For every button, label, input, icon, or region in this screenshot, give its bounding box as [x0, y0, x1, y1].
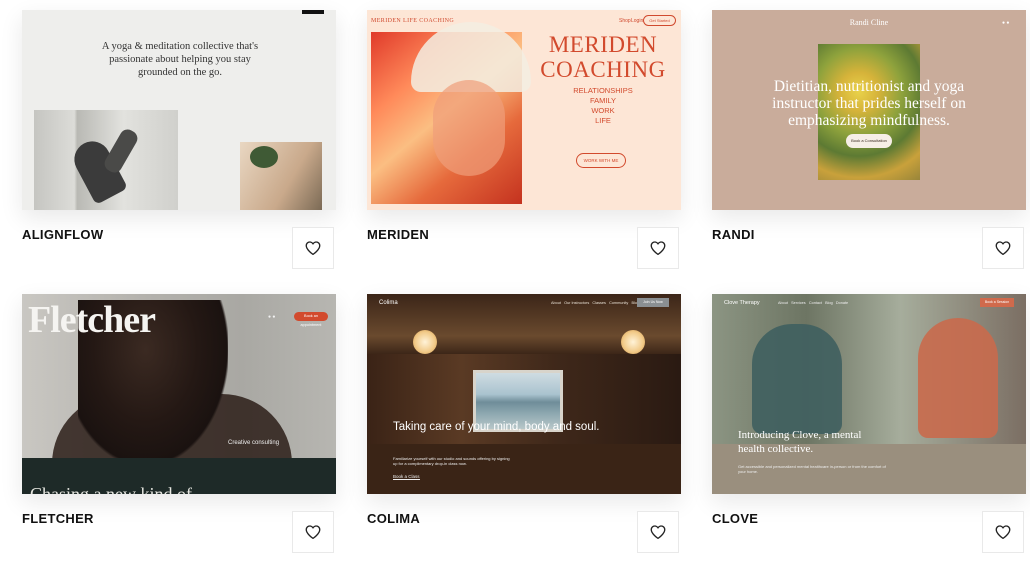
heart-icon	[650, 525, 666, 540]
preview-button: WORK WITH ME	[576, 153, 626, 168]
preview-topic: LIFE	[595, 116, 611, 125]
preview-body: Get accessible and personalized mental h…	[738, 464, 886, 474]
favorite-button[interactable]	[982, 511, 1024, 553]
portrait-photo	[371, 22, 531, 204]
preview-nav-button: Get Started	[643, 15, 676, 26]
preview-logo: Fletcher	[28, 299, 156, 341]
preview-nav-button: Book a Session	[980, 298, 1014, 307]
template-preview-meriden[interactable]: MERIDEN LIFE COACHING Shop Login Get Sta…	[367, 10, 681, 210]
template-name: MERIDEN	[367, 227, 430, 242]
preview-logo: Colima	[379, 300, 398, 306]
template-name: CLOVE	[712, 511, 759, 526]
preview-topic: FAMILY	[589, 96, 617, 105]
favorite-button[interactable]	[982, 227, 1024, 269]
template-name: ALIGNFLOW	[22, 227, 104, 242]
yoga-pose-photo	[34, 110, 178, 210]
preview-headline: Taking care of your mind, body and soul.	[393, 421, 600, 433]
preview-topic-list: RELATIONSHIPS FAMILY WORK LIFE	[557, 86, 649, 126]
lamp-icon	[621, 330, 645, 354]
preview-button: Book a Consultation	[846, 134, 892, 148]
favorite-button[interactable]	[637, 227, 679, 269]
preview-nav-dots: ● ●	[268, 314, 276, 320]
heart-icon	[305, 241, 321, 256]
preview-headline: Dietitian, nutritionist and yoga instruc…	[772, 78, 966, 129]
preview-logo: Randi Cline	[849, 18, 889, 27]
preview-nav-links: About Services Contact Blog Donate	[778, 301, 849, 305]
person-photo	[918, 318, 998, 438]
preview-link: Book a Class	[393, 474, 420, 480]
template-name: COLIMA	[367, 511, 421, 526]
lamp-icon	[413, 330, 437, 354]
plant-photo	[240, 142, 322, 210]
heart-icon	[650, 241, 666, 256]
preview-nav-dots: ● ●	[1002, 20, 1010, 26]
template-name: FLETCHER	[22, 511, 94, 526]
preview-nav-link: Login	[631, 18, 644, 24]
person-photo	[752, 324, 842, 434]
template-name: RANDI	[712, 227, 755, 242]
favorite-button[interactable]	[292, 227, 334, 269]
template-preview-colima[interactable]: Colima About Our Instructors Classes Com…	[367, 294, 681, 494]
heart-icon	[995, 525, 1011, 540]
preview-tagline: A yoga & meditation collective that's pa…	[101, 41, 259, 78]
heart-icon	[305, 525, 321, 540]
nav-bar-accent	[302, 10, 324, 14]
template-preview-alignflow[interactable]: A yoga & meditation collective that's pa…	[22, 10, 336, 210]
preview-headline: Introducing Clove, a mental health colle…	[738, 429, 862, 455]
preview-nav-button: Book an appointment	[294, 312, 328, 327]
preview-topic: RELATIONSHIPS	[573, 86, 633, 95]
template-preview-clove[interactable]: Clove Therapy About Services Contact Blo…	[712, 294, 1026, 494]
preview-band-text: Chasing a new kind of	[30, 484, 192, 494]
preview-nav-button: Join Us Now	[637, 298, 669, 307]
heart-icon	[995, 241, 1011, 256]
preview-logo: Clove Therapy	[724, 300, 760, 306]
preview-nav-link: Shop	[619, 18, 631, 24]
favorite-button[interactable]	[292, 511, 334, 553]
preview-body: Familiarize yourself with our studio and…	[393, 456, 510, 466]
template-preview-fletcher[interactable]: Fletcher ● ● Book an appointment Creativ…	[22, 294, 336, 494]
template-preview-randi[interactable]: Randi Cline ● ● Dietitian, nutritionist …	[712, 10, 1026, 210]
preview-title: MERIDEN COACHING	[540, 32, 666, 82]
preview-logo: MERIDEN LIFE COACHING	[371, 18, 455, 24]
preview-topic: WORK	[591, 106, 615, 115]
preview-nav-links: About Our Instructors Classes Community …	[551, 301, 640, 305]
favorite-button[interactable]	[637, 511, 679, 553]
preview-category: Creative consulting	[228, 440, 280, 446]
